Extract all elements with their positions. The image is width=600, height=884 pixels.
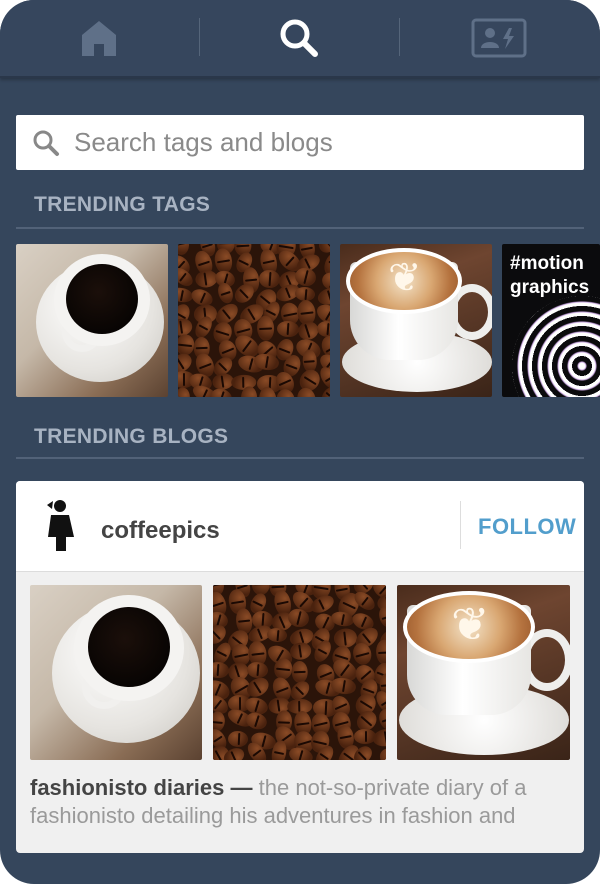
tab-search[interactable]: [200, 0, 398, 76]
trending-tag-coffee-cup[interactable]: [16, 244, 168, 397]
avatar[interactable]: [44, 497, 80, 553]
coffee-bean: [208, 386, 234, 397]
coffee-bean: [276, 320, 300, 338]
search-bar: [16, 115, 584, 170]
blog-post-thumb-beans[interactable]: [213, 585, 386, 760]
coffee-bean: [246, 661, 269, 680]
blog-card-header: coffeepics FOLLOW: [16, 481, 584, 572]
coffee-bean: [256, 315, 275, 342]
coffee-bean: [243, 710, 269, 732]
trending-tag-latte[interactable]: ❦: [340, 244, 492, 397]
blog-description-separator: —: [230, 775, 253, 800]
home-icon: [82, 21, 116, 56]
tab-home[interactable]: [0, 0, 198, 76]
blog-description-title: fashionisto diaries: [30, 775, 225, 800]
section-divider: [16, 227, 584, 229]
latte-art-icon: ❦: [451, 598, 490, 650]
coffee-bean: [375, 744, 386, 760]
tag-label-line1: #motion: [510, 253, 584, 274]
app-frame: TRENDING TAGS ❦ #motion graphics TRENDIN…: [0, 0, 600, 884]
tag-label: #motion graphics: [510, 252, 589, 300]
coffee-bean: [375, 639, 386, 666]
coffee-bean: [258, 268, 281, 289]
coffee-bean: [291, 661, 308, 684]
account-card-icon: [471, 18, 527, 58]
follow-button[interactable]: FOLLOW: [478, 514, 576, 540]
latte-art-icon: ❦: [388, 256, 422, 300]
blog-name[interactable]: coffeepics: [101, 517, 220, 545]
coffee-bean: [273, 657, 294, 681]
coffee-bean: [178, 387, 191, 397]
blog-post-thumb-latte[interactable]: ❦: [397, 585, 570, 760]
coffee-bean: [371, 727, 386, 749]
coffee-bean: [213, 661, 230, 679]
header-divider: [460, 501, 461, 549]
blog-description: fashionisto diaries — the not-so-private…: [30, 774, 575, 830]
trending-blogs-title: TRENDING BLOGS: [34, 425, 229, 448]
trending-tag-motion-graphics[interactable]: #motion graphics: [502, 244, 600, 397]
blog-card[interactable]: coffeepics FOLLOW ❦ fashionisto diaries …: [16, 481, 584, 853]
tag-label-line2: graphics: [510, 277, 590, 298]
search-icon: [280, 19, 318, 57]
coffee-bean: [376, 604, 386, 629]
blog-post-thumb-cup[interactable]: [30, 585, 202, 760]
section-divider: [16, 457, 584, 459]
search-input[interactable]: [74, 115, 554, 170]
coffee-bean: [227, 730, 249, 749]
trending-tags-title: TRENDING TAGS: [34, 193, 211, 216]
top-nav-bar: [0, 0, 600, 78]
tab-account[interactable]: [400, 0, 598, 76]
trending-tag-coffee-beans[interactable]: [178, 244, 330, 397]
search-icon: [33, 130, 59, 156]
